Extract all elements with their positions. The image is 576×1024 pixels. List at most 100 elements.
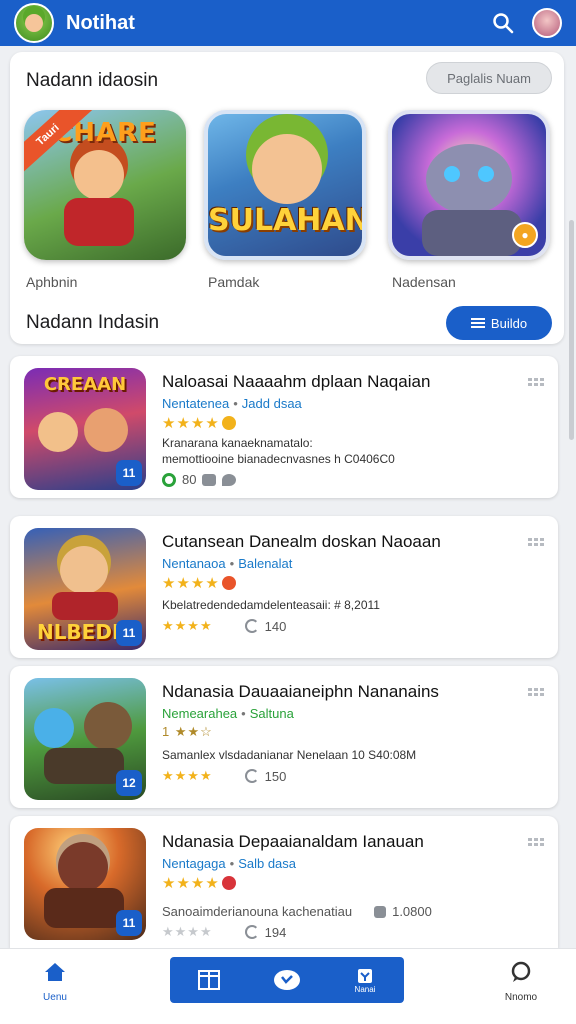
game-hero-eye xyxy=(478,166,494,182)
game-hero-art xyxy=(84,408,128,452)
item-stat: 1.0800 xyxy=(392,904,432,919)
item-title[interactable]: Cutansean Danealm doskan Naoaan xyxy=(162,532,441,552)
sync-icon xyxy=(244,619,259,633)
item-rating-row: ★★★★ 194 xyxy=(162,924,286,940)
featured-section: Nadann idaosin Paglalis Nuam CHARE Tauri… xyxy=(10,52,564,344)
item-title[interactable]: Ndanasia Depaaianaldam Ianauan xyxy=(162,832,424,852)
nav-store[interactable]: Nanai xyxy=(350,965,380,995)
more-options-icon[interactable] xyxy=(528,538,546,546)
item-description: Sanoaimderianouna kachenatiau xyxy=(162,904,353,919)
publisher-link[interactable]: Nentatenea xyxy=(162,396,229,411)
item-meta: Nentagaga • Salb dasa xyxy=(162,856,297,871)
filter-button-label: Buildo xyxy=(490,315,528,331)
star-rating: ★★★★ xyxy=(162,924,213,939)
nav-profile[interactable]: Nnomo xyxy=(486,961,556,1003)
game-hero-art xyxy=(252,134,322,204)
version-badge: 11 xyxy=(116,620,142,646)
nav-home[interactable]: Uenu xyxy=(20,961,90,1003)
item-footer: 80 xyxy=(162,472,237,487)
category-link[interactable]: Salb dasa xyxy=(238,856,296,871)
item-meta: Nentanaoa • Balenalat xyxy=(162,556,293,571)
item-description: Kranarana kanaeknamatalo: xyxy=(162,436,313,450)
game-hero-eye xyxy=(444,166,460,182)
item-description-row: Sanoaimderianouna kachenatiau 1.0800 xyxy=(162,904,432,919)
item-meta: Nentatenea • Jadd dsaa xyxy=(162,396,302,411)
game-hero-art xyxy=(60,546,108,594)
version-badge: 12 xyxy=(116,770,142,796)
image-icon xyxy=(202,473,217,486)
item-title[interactable]: Ndanasia Dauaaianeiphn Nananains xyxy=(162,682,439,702)
game-thumbnail: CREAAN 11 xyxy=(24,368,146,490)
review-count: 150 xyxy=(264,768,287,784)
sync-icon xyxy=(244,769,259,783)
nav-home-label: Uenu xyxy=(43,992,67,1003)
category-link[interactable]: Balenalat xyxy=(238,556,292,571)
nav-library[interactable] xyxy=(194,965,224,995)
top-app-bar: Notihat xyxy=(0,0,576,46)
more-options-icon[interactable] xyxy=(528,378,546,386)
version-badge: 11 xyxy=(116,910,142,936)
bottom-navigation: Uenu Nanai Nnomo xyxy=(0,948,576,1024)
featured-game-tile-2[interactable]: SULAHAN xyxy=(204,110,366,260)
tile-caption: Pamdak xyxy=(208,274,260,290)
star-rating: ★★★★ xyxy=(162,574,236,592)
game-logo-text: SULAHAN xyxy=(208,203,366,238)
status-icon xyxy=(162,472,176,487)
item-rating-row: ★★★★ 140 xyxy=(162,618,286,634)
star-rating: 1 ★★☆ xyxy=(162,724,213,739)
game-hero-art xyxy=(64,198,134,246)
game-hero-art xyxy=(58,842,108,892)
list-item[interactable]: 11 Ndanasia Depaaianaldam Ianauan Nentag… xyxy=(10,816,558,948)
store-icon xyxy=(358,968,372,983)
app-logo[interactable] xyxy=(14,3,54,43)
publisher-link[interactable]: Nemearahea xyxy=(162,706,237,721)
game-hero-art xyxy=(84,702,132,750)
star-rating: ★★★★ xyxy=(162,768,213,783)
app-title: Notihat xyxy=(66,11,135,34)
library-icon xyxy=(198,970,220,990)
star-rating: ★★★★ xyxy=(162,414,236,432)
list-item[interactable]: 12 Ndanasia Dauaaianeiphn Nananains Neme… xyxy=(10,666,558,808)
nav-games[interactable] xyxy=(272,965,302,995)
game-hero-art xyxy=(44,748,124,784)
list-item[interactable]: NLBEDIE 11 Cutansean Danealm doskan Naoa… xyxy=(10,516,558,658)
game-hero-art xyxy=(34,708,74,748)
category-link[interactable]: Jadd dsaa xyxy=(242,396,302,411)
game-thumbnail: NLBEDIE 11 xyxy=(24,528,146,650)
featured-game-tile-1[interactable]: CHARE Tauri xyxy=(24,110,186,260)
game-hero-art xyxy=(52,592,118,620)
scrollbar[interactable] xyxy=(569,220,574,440)
item-meta: Nemearahea • Saltuna xyxy=(162,706,294,721)
nav-store-label: Nanai xyxy=(354,984,376,994)
featured-heading: Nadann idaosin xyxy=(26,70,159,91)
list-item[interactable]: CREAAN 11 Naloasai Naaaahm dplaan Naqaia… xyxy=(10,356,558,498)
more-options-icon[interactable] xyxy=(528,838,546,846)
home-icon xyxy=(45,963,65,981)
category-link[interactable]: Saltuna xyxy=(250,706,294,721)
review-count: 194 xyxy=(264,924,287,940)
publisher-link[interactable]: Nentanaoa xyxy=(162,556,226,571)
game-hero-art xyxy=(422,210,522,256)
item-count: 80 xyxy=(182,472,197,487)
item-rating-row: ★★★★ 150 xyxy=(162,768,286,784)
game-hero-art xyxy=(426,144,512,214)
item-description: memottiooine bianadecnvasnes h C0406C0 xyxy=(162,452,395,466)
game-thumbnail: 12 xyxy=(24,678,146,800)
item-description: Samanlex vlsdadanianar Nenelaan 10 S40:0… xyxy=(162,748,417,762)
tag-icon xyxy=(374,905,387,918)
featured-game-tile-3[interactable]: ● xyxy=(388,110,550,260)
search-icon[interactable] xyxy=(488,8,518,38)
nav-center-group: Nanai xyxy=(170,957,404,1003)
publisher-link[interactable]: Nentagaga xyxy=(162,856,226,871)
more-options-icon[interactable] xyxy=(528,688,546,696)
gamepad-icon xyxy=(274,970,300,990)
game-thumbnail: 11 xyxy=(24,828,146,940)
user-avatar[interactable] xyxy=(532,8,562,38)
game-hero-art xyxy=(38,412,78,452)
tile-caption: Nadensan xyxy=(392,274,456,290)
filter-button[interactable]: Buildo xyxy=(446,306,552,340)
item-description: Kbelatredendedamdelenteasaii: # 8,2011 xyxy=(162,598,380,612)
item-title[interactable]: Naloasai Naaaahm dplaan Naqaian xyxy=(162,372,430,392)
featured-pill-button[interactable]: Paglalis Nuam xyxy=(426,62,552,94)
sync-icon xyxy=(244,925,259,939)
